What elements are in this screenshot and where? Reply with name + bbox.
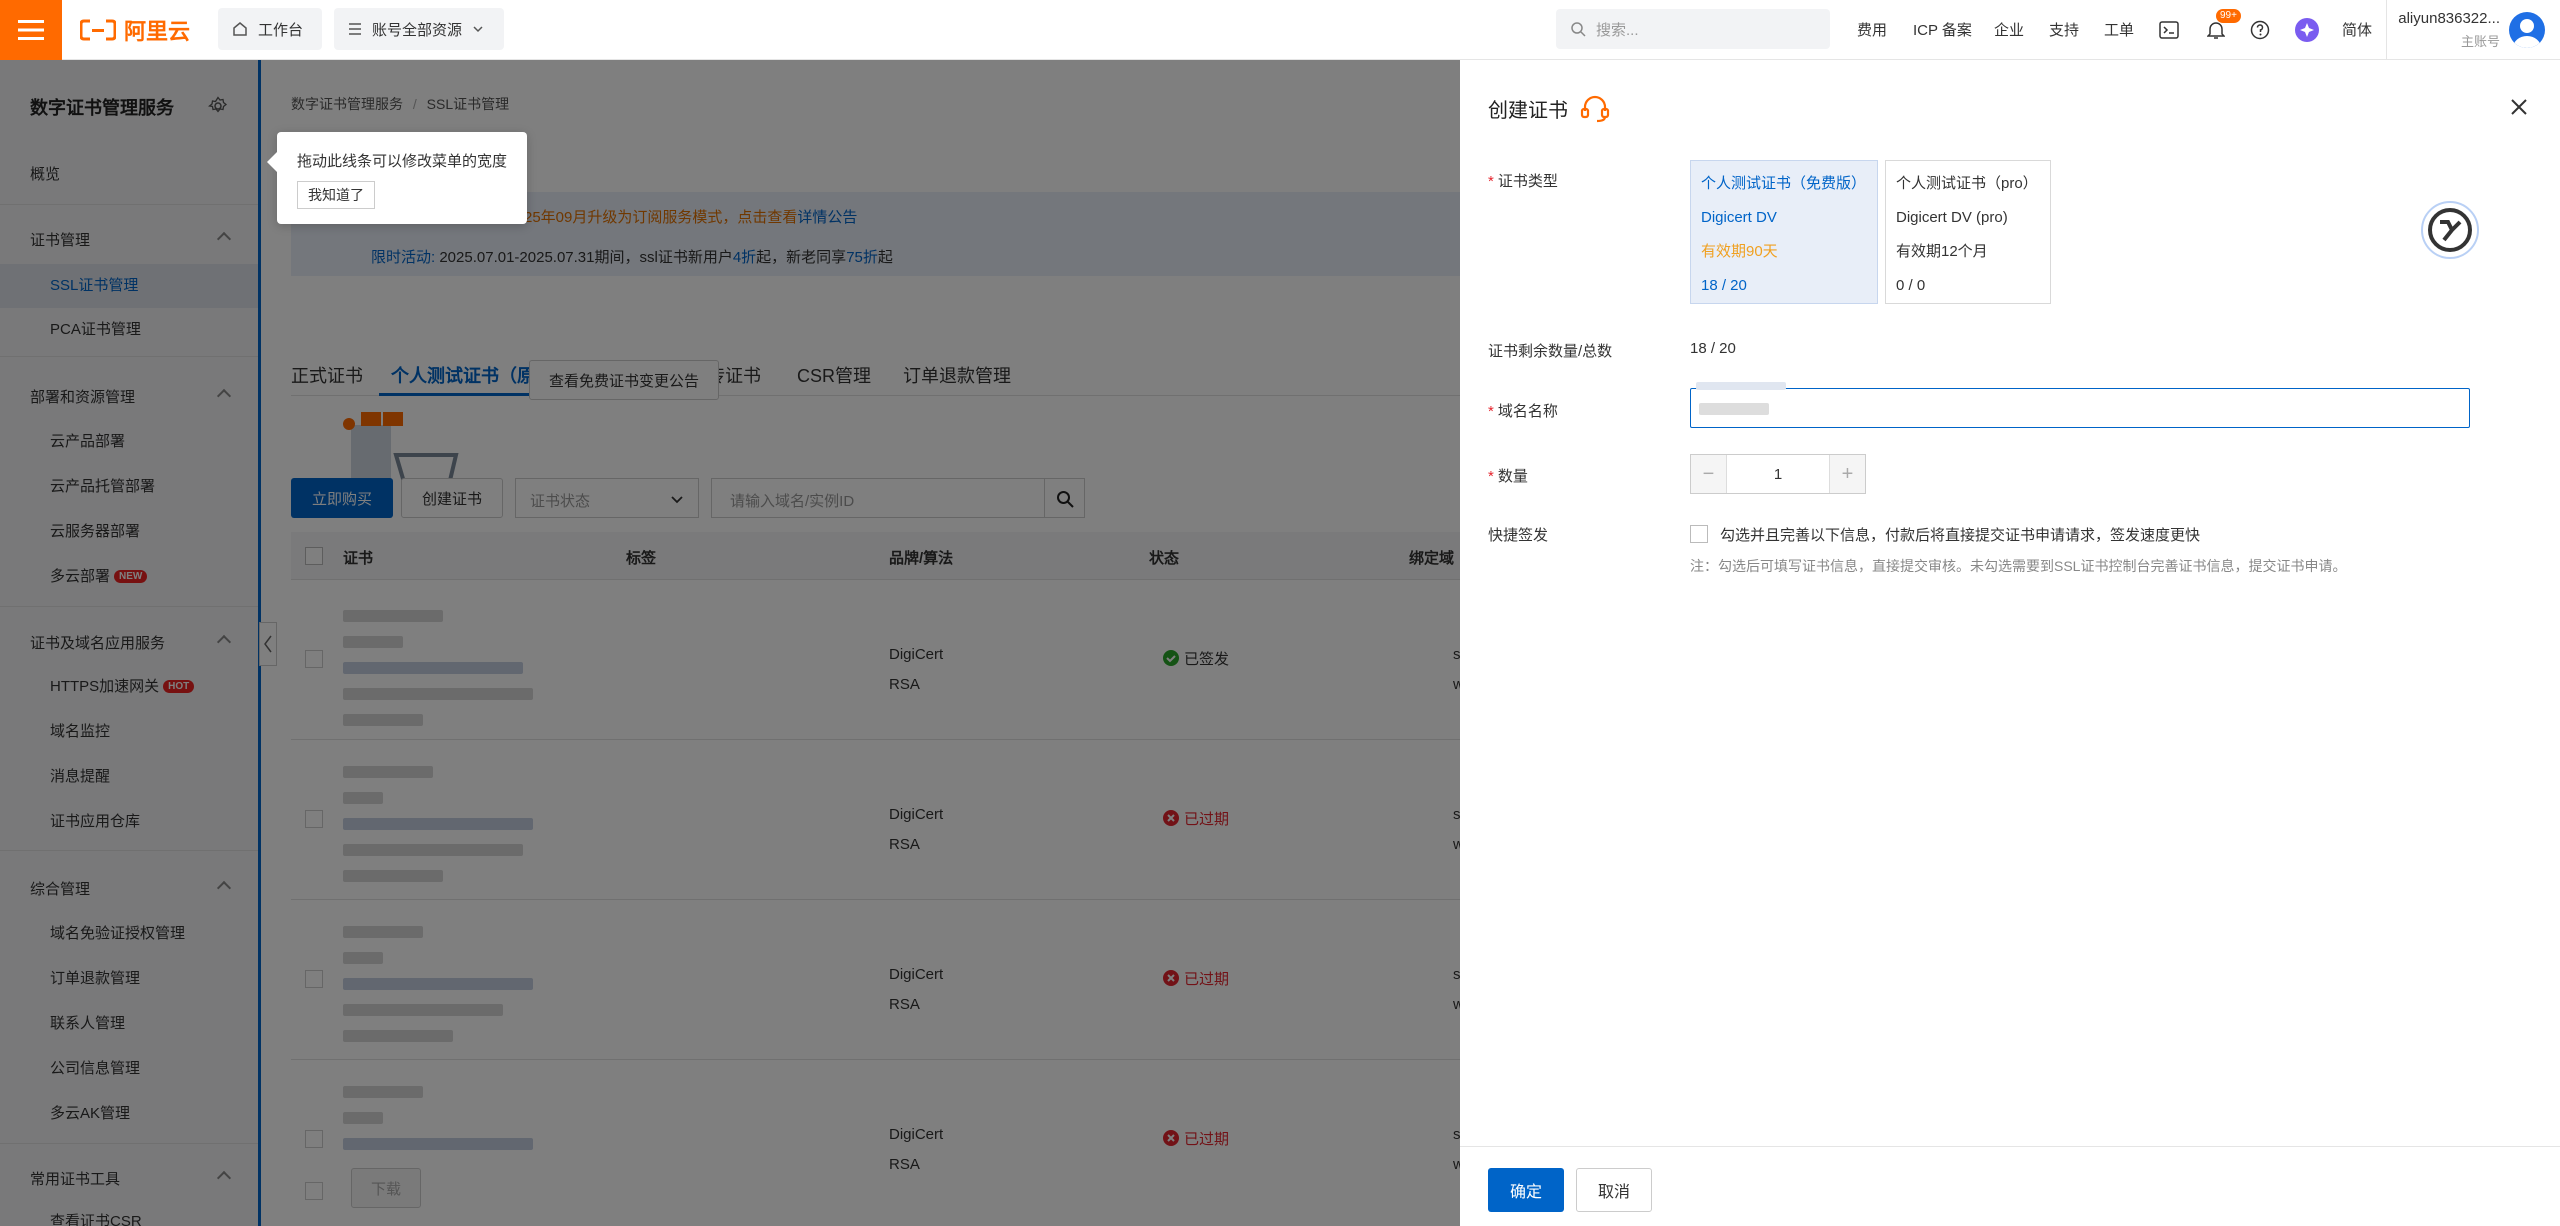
fast-issue-checkbox[interactable]	[1690, 525, 1708, 543]
type-card-validity: 有效期90天	[1701, 243, 1778, 260]
nav-support[interactable]: 支持	[2049, 19, 2079, 40]
account-info[interactable]: aliyun836322... 主账号	[2398, 10, 2500, 50]
type-card-count: 0 / 0	[1896, 277, 1926, 294]
account-name: aliyun836322...	[2398, 10, 2500, 27]
assistant-float-icon[interactable]	[2420, 200, 2480, 260]
divider	[2386, 0, 2387, 60]
label-text: 证书类型	[1497, 173, 1558, 190]
list-icon	[349, 23, 361, 35]
confirm-button[interactable]: 确定	[1488, 1168, 1564, 1212]
quantity-stepper[interactable]: − 1 +	[1690, 454, 1866, 494]
type-card-brand: Digicert DV	[1701, 209, 1777, 226]
global-search-input[interactable]: 搜索...	[1556, 9, 1830, 49]
headset-icon[interactable]	[1580, 95, 1610, 123]
quantity-value[interactable]: 1	[1727, 455, 1829, 493]
type-card-name: 个人测试证书（免费版）	[1701, 175, 1867, 192]
notification-badge: 99+	[2216, 9, 2241, 23]
help-icon[interactable]	[2246, 16, 2274, 44]
label-text: 域名名称	[1497, 403, 1558, 420]
account-role: 主账号	[2460, 34, 2500, 49]
fast-issue-note: 注：勾选后可填写证书信息，直接提交审核。未勾选需要到SSL证书控制台完善证书信息…	[1690, 558, 2347, 574]
create-cert-drawer: 创建证书 * 证书类型 个人测试证书（免费版） Digicert DV 有效期90…	[1460, 60, 2560, 1226]
menu-icon[interactable]	[0, 0, 62, 60]
language-switch[interactable]: 简体	[2342, 19, 2372, 40]
fast-issue-label: 快捷签发	[1488, 527, 1549, 544]
cert-type-label: * 证书类型	[1488, 173, 1558, 190]
top-bar: 阿里云 工作台 账号全部资源 搜索... 费用 ICP 备案 企业 支持 工单 …	[0, 0, 2560, 60]
search-icon	[1571, 22, 1586, 37]
tooltip-text: 拖动此线条可以修改菜单的宽度	[297, 153, 508, 170]
aliyun-logo[interactable]: 阿里云	[80, 14, 190, 46]
type-card-free[interactable]: 个人测试证书（免费版） Digicert DV 有效期90天 18 / 20	[1690, 160, 1878, 304]
type-card-validity: 有效期12个月	[1896, 243, 1988, 260]
nav-icp[interactable]: ICP 备案	[1913, 19, 1972, 40]
resize-tooltip: 拖动此线条可以修改菜单的宽度 我知道了	[267, 132, 527, 224]
modal-overlay[interactable]	[0, 60, 1460, 1226]
resources-dropdown[interactable]: 账号全部资源	[334, 8, 504, 50]
home-icon	[233, 22, 247, 36]
resources-label: 账号全部资源	[372, 21, 463, 39]
drawer-title: 创建证书	[1488, 100, 1568, 122]
nav-enterprise[interactable]: 企业	[1994, 19, 2024, 40]
quantity-increase-button[interactable]: +	[1829, 455, 1865, 493]
close-icon[interactable]	[2510, 98, 2528, 116]
type-card-name: 个人测试证书（pro）	[1896, 175, 2038, 192]
type-card-brand: Digicert DV (pro)	[1896, 209, 2008, 226]
remaining-label: 证书剩余数量/总数	[1488, 343, 1613, 360]
brand-name: 阿里云	[124, 19, 191, 44]
domain-label: * 域名名称	[1488, 403, 1558, 420]
avatar[interactable]	[2509, 12, 2545, 48]
type-card-pro[interactable]: 个人测试证书（pro） Digicert DV (pro) 有效期12个月 0 …	[1885, 160, 2051, 304]
domain-input[interactable]	[1690, 388, 2470, 428]
remaining-value: 18 / 20	[1690, 340, 1736, 357]
cancel-button[interactable]: 取消	[1576, 1168, 1652, 1212]
global-search-placeholder: 搜索...	[1596, 21, 1639, 39]
divider	[1460, 1146, 2560, 1147]
workbench-button[interactable]: 工作台	[218, 8, 322, 50]
label-text: 数量	[1497, 468, 1528, 485]
tooltip-ok-button[interactable]: 我知道了	[297, 181, 375, 209]
quantity-label: * 数量	[1488, 468, 1528, 485]
nav-fees[interactable]: 费用	[1857, 19, 1887, 40]
type-card-count: 18 / 20	[1701, 277, 1747, 294]
nav-ticket[interactable]: 工单	[2104, 19, 2134, 40]
terminal-icon[interactable]	[2155, 16, 2183, 44]
workbench-label: 工作台	[258, 21, 304, 39]
drawer-header: 创建证书	[1488, 94, 1610, 123]
bell-icon[interactable]: 99+	[2202, 9, 2241, 44]
fast-issue-text: 勾选并且完善以下信息，付款后将直接提交证书申请请求，签发速度更快	[1720, 527, 2201, 544]
ai-assistant-icon[interactable]	[2293, 16, 2321, 44]
aliyun-logo-icon	[80, 19, 116, 41]
quantity-decrease-button[interactable]: −	[1691, 455, 1727, 493]
chevron-down-icon	[473, 26, 483, 33]
